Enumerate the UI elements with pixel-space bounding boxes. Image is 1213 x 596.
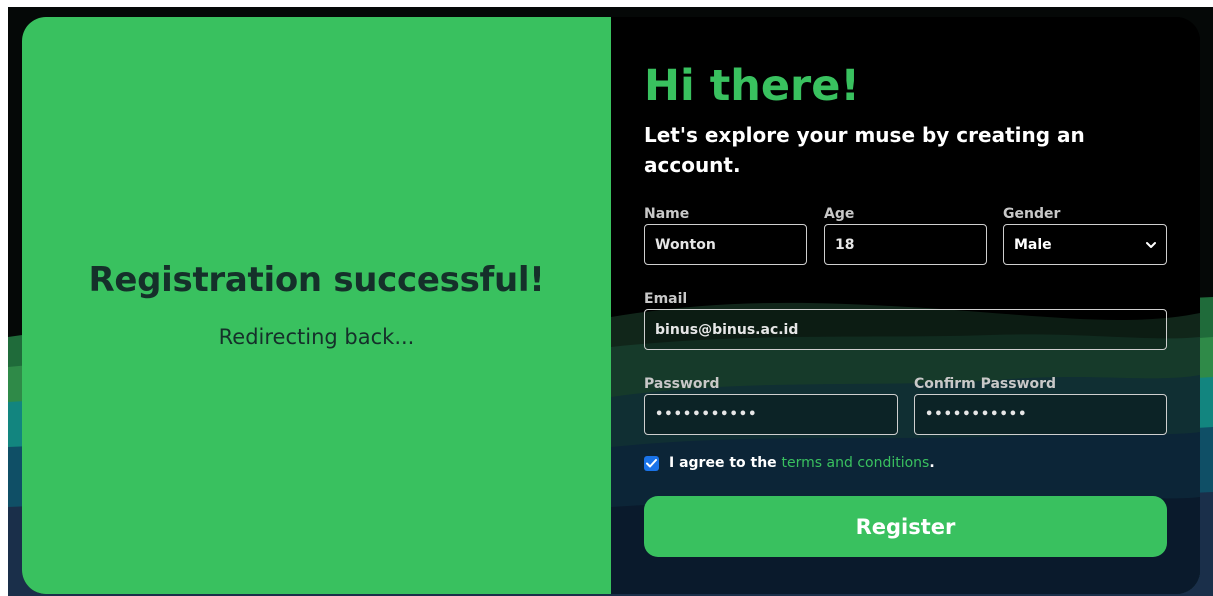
terms-agreement-row: I agree to the terms and conditions. [644, 454, 935, 472]
redirect-message: Redirecting back... [218, 325, 415, 349]
gender-selected-value: Male [1014, 236, 1052, 253]
age-input[interactable] [824, 224, 987, 265]
age-label: Age [824, 206, 855, 222]
form-panel: Hi there! Let's explore your muse by cre… [611, 17, 1200, 594]
confirm-password-label: Confirm Password [914, 376, 1057, 392]
terms-prefix: I agree to the [669, 455, 782, 471]
name-input[interactable] [644, 224, 807, 265]
success-panel: Registration successful! Redirecting bac… [22, 17, 611, 594]
terms-link[interactable]: terms and conditions [782, 455, 930, 471]
checkmark-icon [646, 458, 657, 467]
gender-select[interactable]: Male [1003, 224, 1167, 265]
email-input[interactable] [644, 309, 1167, 350]
chevron-down-icon [1146, 241, 1156, 248]
confirm-password-masked-value: ••••••••••• [925, 407, 1028, 422]
registration-form: Hi there! Let's explore your muse by cre… [611, 17, 1200, 594]
success-title: Registration successful! [88, 260, 545, 300]
registration-card: Registration successful! Redirecting bac… [22, 17, 1200, 594]
terms-suffix: . [929, 455, 935, 471]
gender-label: Gender [1003, 206, 1061, 222]
register-button[interactable]: Register [644, 496, 1167, 557]
form-tagline: Let's explore your muse by creating an a… [644, 123, 1085, 177]
password-masked-value: ••••••••••• [655, 407, 758, 422]
password-input[interactable]: ••••••••••• [644, 394, 898, 435]
email-label: Email [644, 291, 688, 307]
password-label: Password [644, 376, 720, 392]
greeting-heading: Hi there! [644, 61, 861, 111]
name-label: Name [644, 206, 690, 222]
terms-checkbox[interactable] [644, 455, 659, 471]
page-viewport: Registration successful! Redirecting bac… [8, 7, 1213, 596]
confirm-password-input[interactable]: ••••••••••• [914, 394, 1167, 435]
terms-text: I agree to the terms and conditions. [669, 455, 935, 471]
